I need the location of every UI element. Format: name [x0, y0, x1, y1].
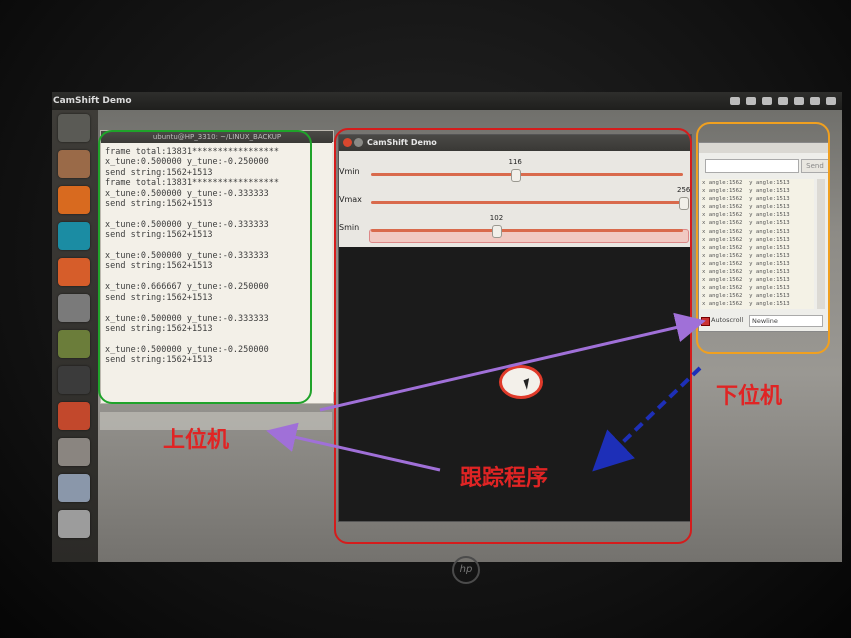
lower-computer-label: 下位机: [716, 384, 783, 409]
hp-logo: hp: [452, 556, 480, 584]
upper-computer-label: 上位机: [163, 428, 230, 453]
tracking-program-label: 跟踪程序: [460, 466, 549, 491]
annotation-arrows: [266, 312, 706, 472]
arrow-to-tracking: [592, 366, 702, 472]
arrow-to-upper: [266, 422, 441, 472]
arrow-to-serial: [319, 312, 706, 412]
